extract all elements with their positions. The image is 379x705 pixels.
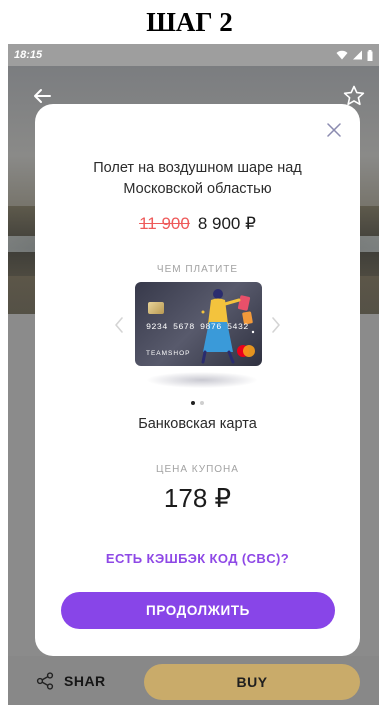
wifi-icon: [336, 50, 348, 60]
offer-title: Полет на воздушном шаре над Московской о…: [93, 160, 302, 197]
share-label: SHAR: [64, 673, 106, 689]
step-label: ШАГ 2: [146, 6, 233, 37]
old-price: 11 900: [139, 214, 190, 233]
signal-icon: [353, 50, 362, 60]
phone-screen: 18:15 SHAR BUY Полет на воздушном шаре н…: [8, 44, 379, 705]
price-row: 11 900 8 900 ₽: [35, 214, 360, 234]
payment-modal: Полет на воздушном шаре над Московской о…: [35, 104, 360, 656]
buy-button[interactable]: BUY: [144, 664, 360, 700]
screen: ШАГ 2 18:15 SHAR BUY Полет на воздушном …: [0, 0, 379, 705]
chevron-left-icon[interactable]: [113, 315, 125, 335]
coupon-price: 178 ₽: [163, 483, 232, 513]
battery-icon: [367, 49, 373, 61]
card-chip: [148, 302, 164, 314]
carousel-dot[interactable]: [200, 401, 204, 405]
cashback-code-link[interactable]: ЕСТЬ КЭШБЭК КОД (CBC)?: [35, 551, 360, 566]
status-time: 18:15: [14, 49, 43, 61]
status-bar: 18:15: [8, 44, 379, 66]
bank-card[interactable]: 9234 5678 9876 5432 TEAMSHOP: [135, 282, 262, 366]
carousel-dot[interactable]: [191, 401, 195, 405]
chevron-right-icon[interactable]: [270, 315, 282, 335]
share-icon: [36, 672, 54, 690]
share-button[interactable]: SHAR: [36, 672, 106, 690]
close-icon[interactable]: [325, 121, 343, 139]
continue-button[interactable]: ПРОДОЛЖИТЬ: [61, 592, 335, 629]
card-carousel[interactable]: 9234 5678 9876 5432 TEAMSHOP: [35, 282, 360, 392]
new-price: 8 900 ₽: [197, 214, 256, 233]
pay-with-caption: ЧЕМ ПЛАТИТЕ: [156, 264, 239, 275]
carousel-dots: [35, 401, 360, 405]
status-icons: [336, 49, 373, 61]
card-brand: TEAMSHOP: [146, 350, 191, 357]
card-number: 9234 5678 9876 5432: [146, 322, 249, 332]
mastercard-icon: [237, 345, 255, 357]
coupon-caption: ЦЕНА КУПОНА: [156, 464, 239, 475]
card-shadow: [147, 372, 257, 388]
payment-method-name: Банковская карта: [138, 416, 257, 432]
